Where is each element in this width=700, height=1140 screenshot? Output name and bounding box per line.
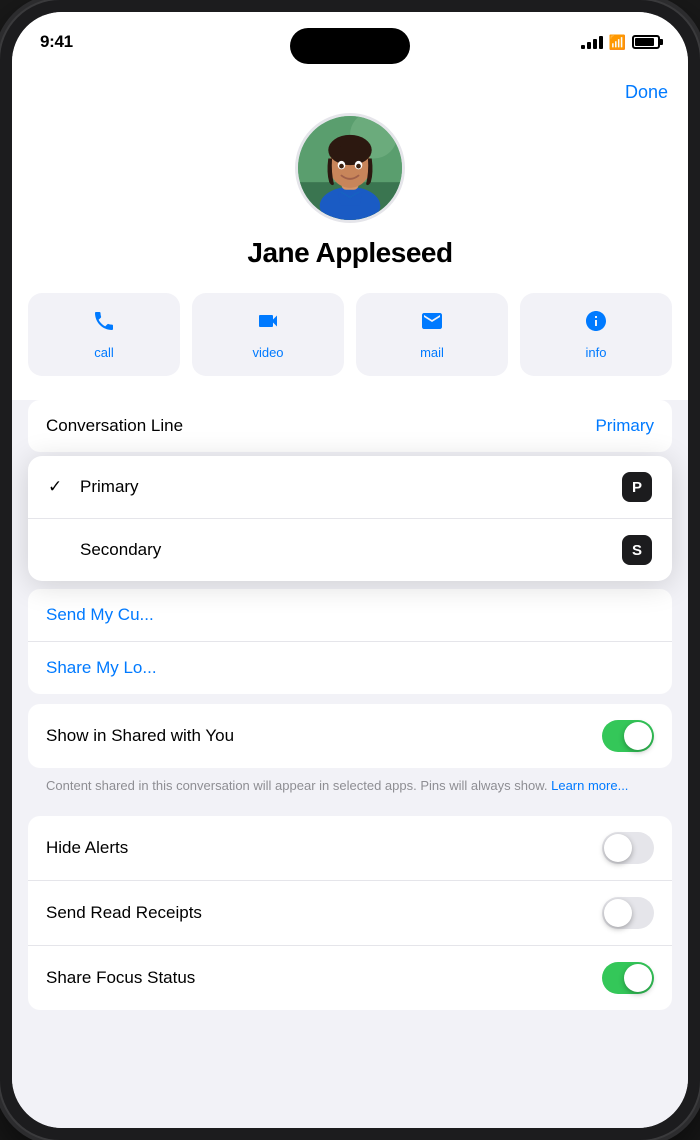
avatar-section: Jane Appleseed bbox=[12, 113, 688, 293]
call-icon bbox=[92, 309, 116, 339]
status-time: 9:41 bbox=[40, 32, 73, 52]
share-focus-status-row: Share Focus Status bbox=[28, 946, 672, 1010]
phone-frame: 9:41 📶 Done bbox=[0, 0, 700, 1140]
info-button[interactable]: info bbox=[520, 293, 672, 376]
behind-menu: Send My Cu... Share My Lo... bbox=[28, 589, 672, 694]
primary-badge: P bbox=[622, 472, 652, 502]
conversation-line-row[interactable]: Conversation Line Primary bbox=[28, 400, 672, 452]
shared-with-you-label: Show in Shared with You bbox=[46, 726, 234, 746]
video-label: video bbox=[252, 345, 283, 360]
mail-button[interactable]: mail bbox=[356, 293, 508, 376]
signal-icon bbox=[581, 35, 603, 49]
dropdown-item-secondary-left: Secondary bbox=[48, 540, 161, 560]
share-my-location-label: Share My Lo... bbox=[46, 658, 157, 678]
send-read-receipts-toggle[interactable] bbox=[602, 897, 654, 929]
hide-alerts-row: Hide Alerts bbox=[28, 816, 672, 881]
conversation-dropdown-container: Conversation Line Primary ✓ Primary P bbox=[28, 400, 672, 581]
secondary-badge: S bbox=[622, 535, 652, 565]
battery-icon bbox=[632, 35, 660, 49]
send-read-receipts-label: Send Read Receipts bbox=[46, 903, 202, 923]
screen: 9:41 📶 Done bbox=[12, 12, 688, 1128]
dropdown-menu: ✓ Primary P Secondary S bbox=[28, 456, 672, 581]
conversation-line-label: Conversation Line bbox=[46, 416, 183, 436]
dynamic-island bbox=[290, 28, 410, 64]
shared-with-you-toggle[interactable] bbox=[602, 720, 654, 752]
avatar bbox=[295, 113, 405, 223]
send-read-receipts-row: Send Read Receipts bbox=[28, 881, 672, 946]
learn-more-link[interactable]: Learn more... bbox=[551, 778, 628, 793]
dropdown-primary-label: Primary bbox=[80, 477, 139, 497]
call-label: call bbox=[94, 345, 114, 360]
share-focus-status-label: Share Focus Status bbox=[46, 968, 195, 988]
status-icons: 📶 bbox=[581, 34, 660, 51]
share-my-location-row[interactable]: Share My Lo... bbox=[28, 642, 672, 694]
dropdown-item-secondary[interactable]: Secondary S bbox=[28, 519, 672, 581]
info-icon bbox=[584, 309, 608, 339]
call-button[interactable]: call bbox=[28, 293, 180, 376]
shared-description: Content shared in this conversation will… bbox=[28, 768, 672, 796]
checkmark-icon: ✓ bbox=[48, 477, 68, 497]
video-button[interactable]: video bbox=[192, 293, 344, 376]
main-content: Done bbox=[12, 66, 688, 1128]
hide-alerts-toggle[interactable] bbox=[602, 832, 654, 864]
dropdown-item-primary-left: ✓ Primary bbox=[48, 477, 139, 497]
shared-description-text: Content shared in this conversation will… bbox=[46, 778, 547, 793]
done-button[interactable]: Done bbox=[625, 82, 668, 102]
done-button-container: Done bbox=[12, 66, 688, 113]
dropdown-item-primary[interactable]: ✓ Primary P bbox=[28, 456, 672, 519]
mail-icon bbox=[420, 309, 444, 339]
contact-name: Jane Appleseed bbox=[247, 237, 452, 269]
action-buttons: call video mail bbox=[12, 293, 688, 400]
mail-label: mail bbox=[420, 345, 444, 360]
wifi-icon: 📶 bbox=[609, 34, 626, 51]
bottom-settings: Hide Alerts Send Read Receipts Share Foc… bbox=[28, 816, 672, 1010]
send-my-card-label: Send My Cu... bbox=[46, 605, 154, 625]
dropdown-secondary-label: Secondary bbox=[80, 540, 161, 560]
conversation-line-value: Primary bbox=[595, 416, 654, 436]
share-focus-status-toggle[interactable] bbox=[602, 962, 654, 994]
shared-with-you-row: Show in Shared with You bbox=[28, 704, 672, 768]
shared-with-you-section: Show in Shared with You Content shared i… bbox=[28, 704, 672, 796]
send-my-card-row[interactable]: Send My Cu... bbox=[28, 589, 672, 642]
video-icon bbox=[256, 309, 280, 339]
info-label: info bbox=[586, 345, 607, 360]
hide-alerts-label: Hide Alerts bbox=[46, 838, 128, 858]
